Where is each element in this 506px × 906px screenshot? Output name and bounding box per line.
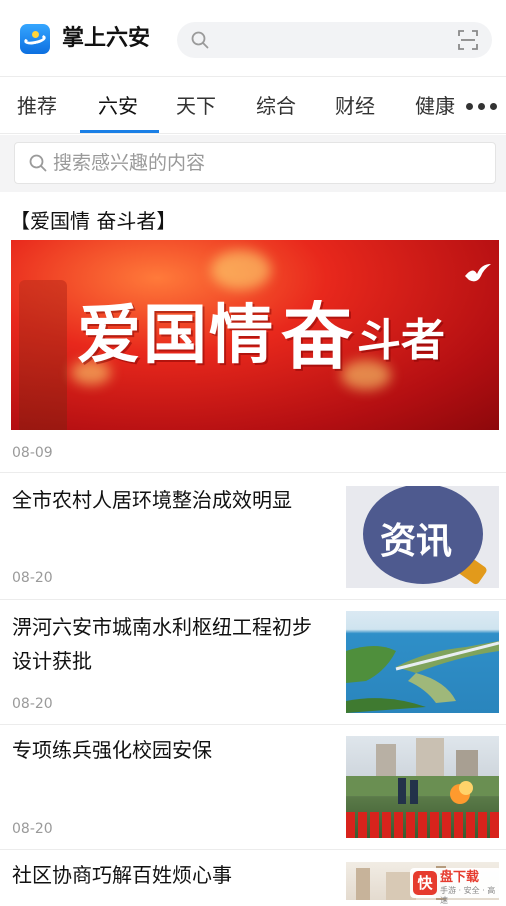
channel-tabs: 推荐 六安 天下 综合 财经 健康: [0, 76, 506, 134]
download-site-watermark: 快 盘下载 手游 · 安全 · 高速: [410, 868, 502, 905]
divider: [0, 472, 506, 473]
banner-text-patriotism: 爱国情: [77, 298, 275, 373]
news-date: 08-20: [12, 570, 53, 586]
active-tab-indicator: [80, 130, 159, 133]
news-date: 08-20: [12, 696, 53, 712]
tab-recommend[interactable]: 推荐: [17, 77, 57, 133]
search-icon: [29, 154, 47, 172]
news-title[interactable]: 社区协商巧解百姓烦心事: [12, 858, 332, 892]
river-dam-image: [346, 641, 499, 713]
scan-icon[interactable]: [458, 30, 478, 50]
feature-date: 08-09: [12, 445, 53, 461]
news-thumbnail[interactable]: [346, 736, 499, 838]
news-title[interactable]: 淠河六安市城南水利枢纽工程初步设计获批: [12, 610, 330, 678]
tab-luan[interactable]: 六安: [98, 77, 138, 133]
divider: [0, 849, 506, 850]
thumbnail-label: 资讯: [380, 521, 453, 562]
news-title[interactable]: 专项练兵强化校园安保: [12, 733, 332, 767]
search-icon: [191, 31, 209, 49]
content-search-placeholder: 搜索感兴趣的内容: [53, 152, 206, 174]
top-search-input[interactable]: [177, 22, 492, 58]
app-logo-icon: [20, 24, 50, 54]
watermark-text: 盘下载: [440, 870, 480, 885]
banner-text-strive: 奋: [281, 294, 354, 379]
tab-general[interactable]: 综合: [256, 77, 296, 133]
divider: [0, 724, 506, 725]
tab-health[interactable]: 健康: [415, 77, 455, 133]
divider: [0, 599, 506, 600]
watermark-badge: 快: [413, 871, 437, 895]
watermark-subtext: 手游 · 安全 · 高速: [440, 886, 496, 905]
feature-title[interactable]: 【爱国情 奋斗者】: [10, 205, 176, 234]
banner-text-strivers: 斗者: [357, 315, 445, 366]
news-date: 08-20: [12, 821, 53, 837]
pillar-decoration: [19, 280, 67, 430]
dove-icon: [465, 264, 491, 282]
content-search-input[interactable]: 搜索感兴趣的内容: [14, 142, 496, 184]
news-thumbnail[interactable]: [346, 611, 499, 713]
app-title: 掌上六安: [62, 26, 151, 51]
tab-world[interactable]: 天下: [176, 77, 216, 133]
school-drill-image: [346, 738, 499, 838]
news-title[interactable]: 全市农村人居环境整治成效明显: [12, 483, 332, 517]
top-bar: 掌上六安: [0, 0, 506, 76]
more-channels-icon[interactable]: [466, 103, 497, 110]
tab-finance[interactable]: 财经: [335, 77, 375, 133]
feature-banner[interactable]: 爱国情 奋 斗者: [11, 240, 499, 430]
news-thumbnail[interactable]: 资讯: [346, 486, 499, 588]
